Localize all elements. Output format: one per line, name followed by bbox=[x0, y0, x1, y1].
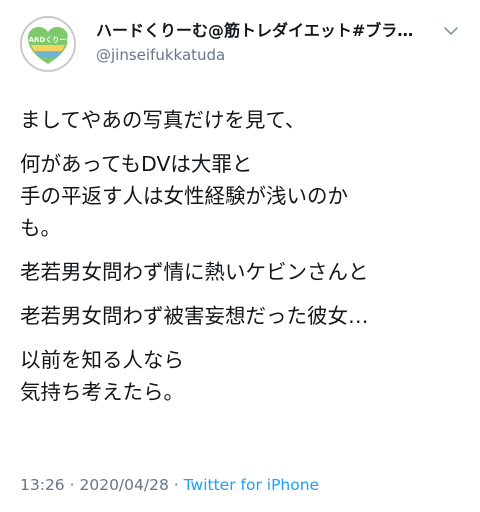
tweet-line: 老若男女問わず被害妄想だった彼女… bbox=[20, 304, 369, 328]
tweet-header: HARDくりーむ ハードくりーむ@筋トレダイエット#ブラ… @jinseifuk… bbox=[20, 16, 464, 72]
tweet-time[interactable]: 13:26 bbox=[20, 476, 65, 494]
avatar[interactable]: HARDくりーむ bbox=[20, 16, 76, 72]
chevron-down-icon[interactable] bbox=[442, 24, 460, 38]
tweet-line: も。 bbox=[20, 216, 61, 240]
user-name-block[interactable]: ハードくりーむ@筋トレダイエット#ブラ… @jinseifukkatuda bbox=[96, 21, 436, 65]
tweet-source-link[interactable]: Twitter for iPhone bbox=[184, 476, 319, 494]
tweet-line: 老若男女問わず情に熱いケビンさんと bbox=[20, 260, 369, 284]
heart-logo-icon: HARDくりーむ bbox=[22, 18, 74, 70]
tweet-line: 気持ち考えたら。 bbox=[20, 380, 184, 404]
meta-separator: · bbox=[173, 476, 179, 494]
tweet-text: ましてやあの写真だけを見て、 何があってもDVは大罪と 手の平返す人は女性経験が… bbox=[20, 104, 470, 420]
user-handle[interactable]: @jinseifukkatuda bbox=[96, 45, 436, 65]
tweet-line: 手の平返す人は女性経験が浅いのか bbox=[20, 184, 348, 208]
display-name[interactable]: ハードくりーむ@筋トレダイエット#ブラ… bbox=[96, 21, 436, 41]
tweet-meta: 13:26 · 2020/04/28 · Twitter for iPhone bbox=[20, 474, 319, 496]
tweet-date[interactable]: 2020/04/28 bbox=[79, 476, 168, 494]
tweet-paragraph: 老若男女問わず被害妄想だった彼女… bbox=[20, 300, 470, 332]
tweet-paragraph: 以前を知る人なら 気持ち考えたら。 bbox=[20, 344, 470, 408]
tweet-paragraph: 老若男女問わず情に熱いケビンさんと bbox=[20, 256, 470, 288]
tweet-line: 以前を知る人なら bbox=[20, 348, 184, 372]
tweet-paragraph: 何があってもDVは大罪と 手の平返す人は女性経験が浅いのか も。 bbox=[20, 148, 470, 244]
tweet-line: 何があってもDVは大罪と bbox=[20, 152, 253, 176]
meta-separator: · bbox=[69, 476, 75, 494]
tweet-line: ましてやあの写真だけを見て、 bbox=[20, 108, 306, 132]
tweet-paragraph: ましてやあの写真だけを見て、 bbox=[20, 104, 470, 136]
avatar-text: HARDくりーむ bbox=[23, 35, 73, 44]
